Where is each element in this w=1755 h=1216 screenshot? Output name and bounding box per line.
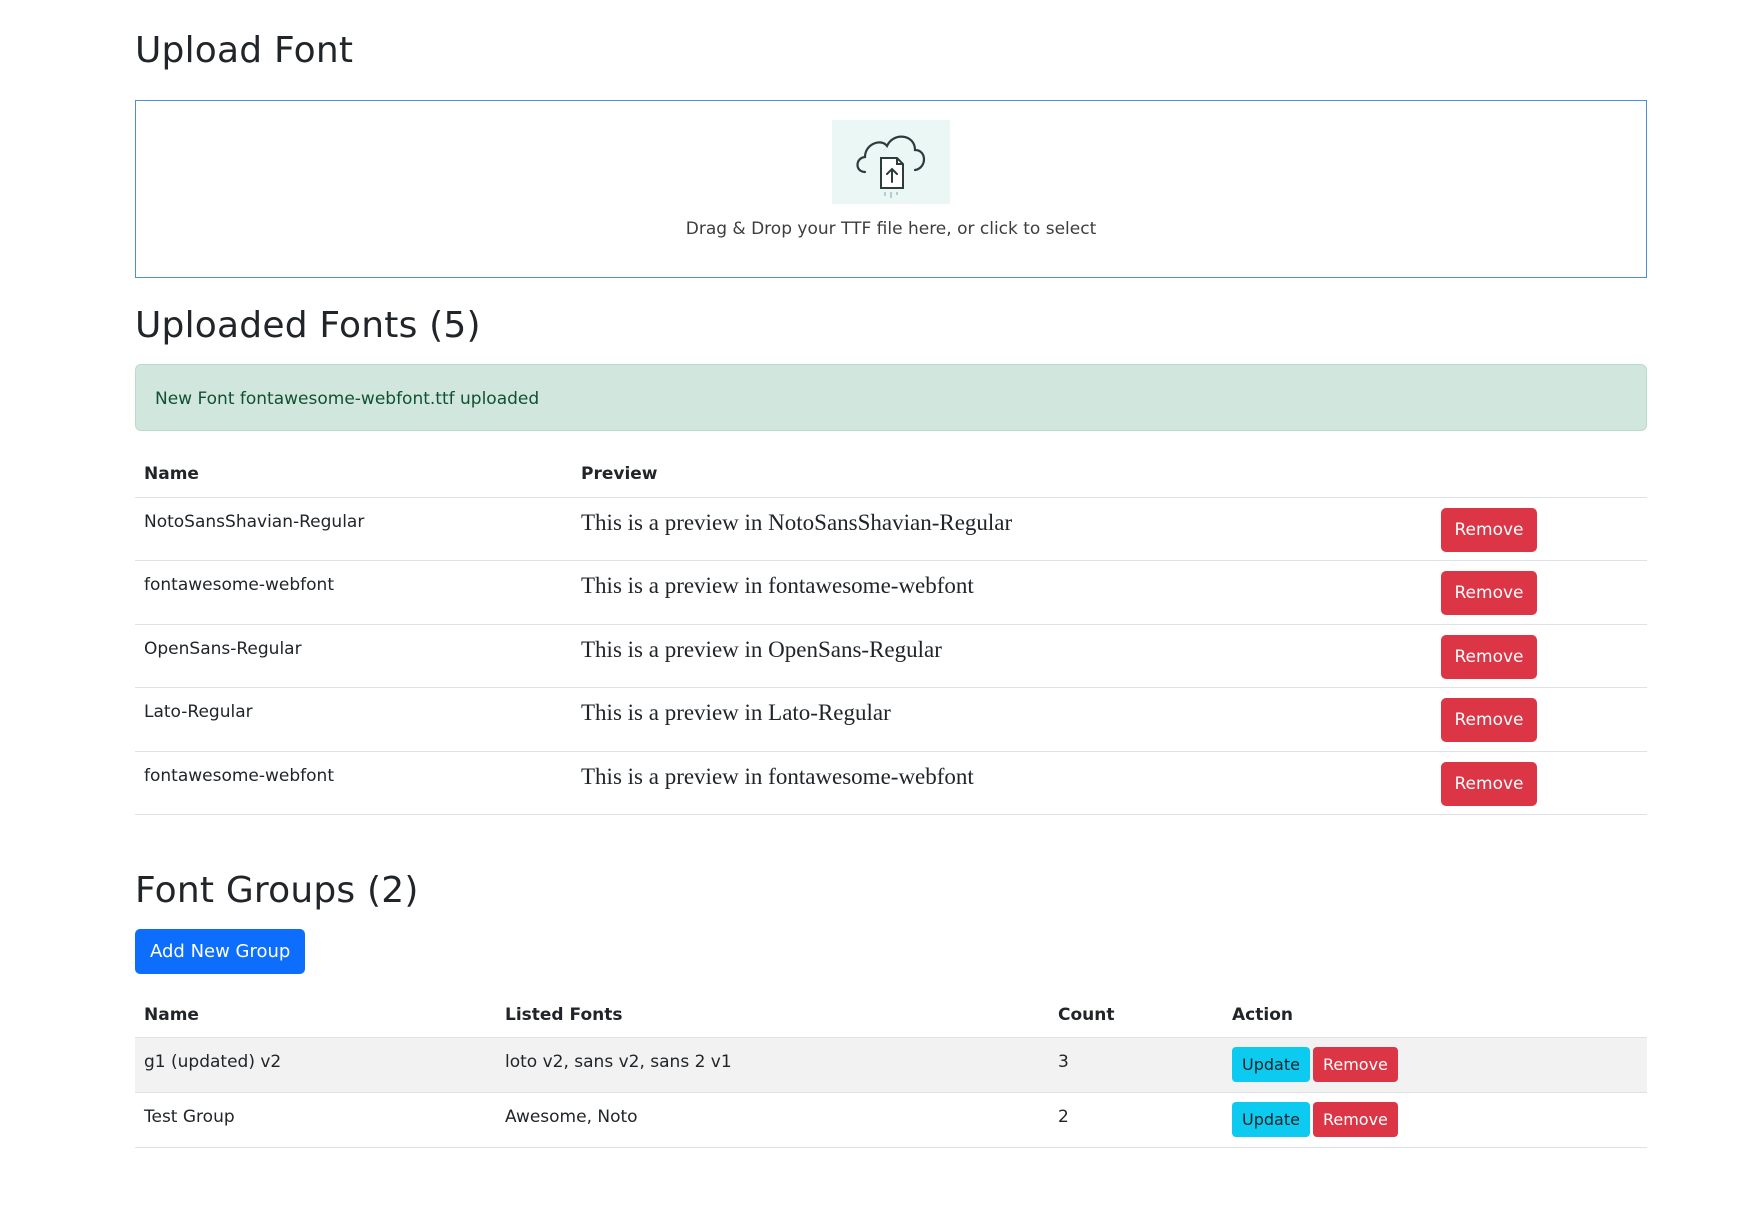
add-new-group-button[interactable]: Add New Group	[135, 929, 306, 974]
upload-font-title: Upload Font	[135, 30, 354, 71]
font-name: OpenSans-Regular	[135, 624, 572, 688]
upload-success-alert: New Font fontawesome-webfont.ttf uploade…	[135, 364, 1647, 431]
group-count: 2	[1058, 1106, 1069, 1127]
remove-group-button[interactable]: Remove	[1312, 1047, 1398, 1082]
dropzone-instructions: Drag & Drop your TTF file here, or click…	[685, 219, 1097, 239]
update-group-button[interactable]: Update	[1232, 1102, 1310, 1137]
table-row: g1 (updated) v2 loto v2, sans v2, sans 2…	[135, 1037, 1647, 1093]
font-name: NotoSansShavian-Regular	[135, 497, 572, 561]
font-groups-table: Name Listed Fonts Count Action g1 (updat…	[135, 993, 1647, 1148]
font-preview: This is a preview in Lato-Regular	[572, 687, 1432, 752]
column-header-preview: Preview	[572, 452, 1432, 498]
table-row: Lato-Regular This is a preview in Lato-R…	[135, 687, 1647, 752]
table-header-row: Name Preview	[135, 452, 1647, 498]
font-preview: This is a preview in fontawesome-webfont	[572, 751, 1432, 815]
group-name: Test Group	[144, 1106, 235, 1127]
uploaded-fonts-title: Uploaded Fonts (5)	[135, 305, 481, 346]
update-group-button[interactable]: Update	[1232, 1047, 1310, 1082]
table-header-row: Name Listed Fonts Count Action	[135, 993, 1647, 1038]
font-groups-title: Font Groups (2)	[135, 870, 419, 911]
table-row: NotoSansShavian-Regular This is a previe…	[135, 497, 1647, 561]
remove-font-button[interactable]: Remove	[1441, 634, 1537, 679]
group-listed-fonts: Awesome, Noto	[505, 1106, 638, 1127]
remove-font-button[interactable]: Remove	[1441, 761, 1537, 806]
font-preview: This is a preview in OpenSans-Regular	[572, 624, 1432, 688]
table-row: Test Group Awesome, Noto 2 Update Remove	[135, 1092, 1647, 1148]
table-row: OpenSans-Regular This is a preview in Op…	[135, 624, 1647, 688]
group-count: 3	[1058, 1051, 1069, 1072]
column-header-count: Count	[1049, 993, 1223, 1038]
font-name: fontawesome-webfont	[135, 560, 572, 625]
font-name: fontawesome-webfont	[135, 751, 572, 815]
group-name: g1 (updated) v2	[144, 1051, 282, 1072]
column-header-name: Name	[135, 993, 496, 1038]
column-header-action: Action	[1223, 993, 1647, 1038]
uploaded-fonts-table: Name Preview NotoSansShavian-Regular Thi…	[135, 452, 1647, 815]
column-header-actions	[1432, 452, 1647, 498]
column-header-name: Name	[135, 452, 572, 498]
font-preview: This is a preview in fontawesome-webfont	[572, 560, 1432, 625]
table-row: fontawesome-webfont This is a preview in…	[135, 751, 1647, 815]
remove-font-button[interactable]: Remove	[1441, 507, 1537, 552]
font-preview: This is a preview in NotoSansShavian-Reg…	[572, 497, 1432, 561]
remove-group-button[interactable]: Remove	[1312, 1102, 1398, 1137]
font-dropzone[interactable]: Drag & Drop your TTF file here, or click…	[135, 100, 1647, 278]
remove-font-button[interactable]: Remove	[1441, 698, 1537, 742]
font-name: Lato-Regular	[135, 687, 572, 752]
group-listed-fonts: loto v2, sans v2, sans 2 v1	[505, 1051, 732, 1072]
column-header-listed-fonts: Listed Fonts	[496, 993, 1049, 1038]
remove-font-button[interactable]: Remove	[1441, 571, 1537, 615]
table-row: fontawesome-webfont This is a preview in…	[135, 560, 1647, 625]
cloud-upload-icon	[832, 120, 950, 204]
